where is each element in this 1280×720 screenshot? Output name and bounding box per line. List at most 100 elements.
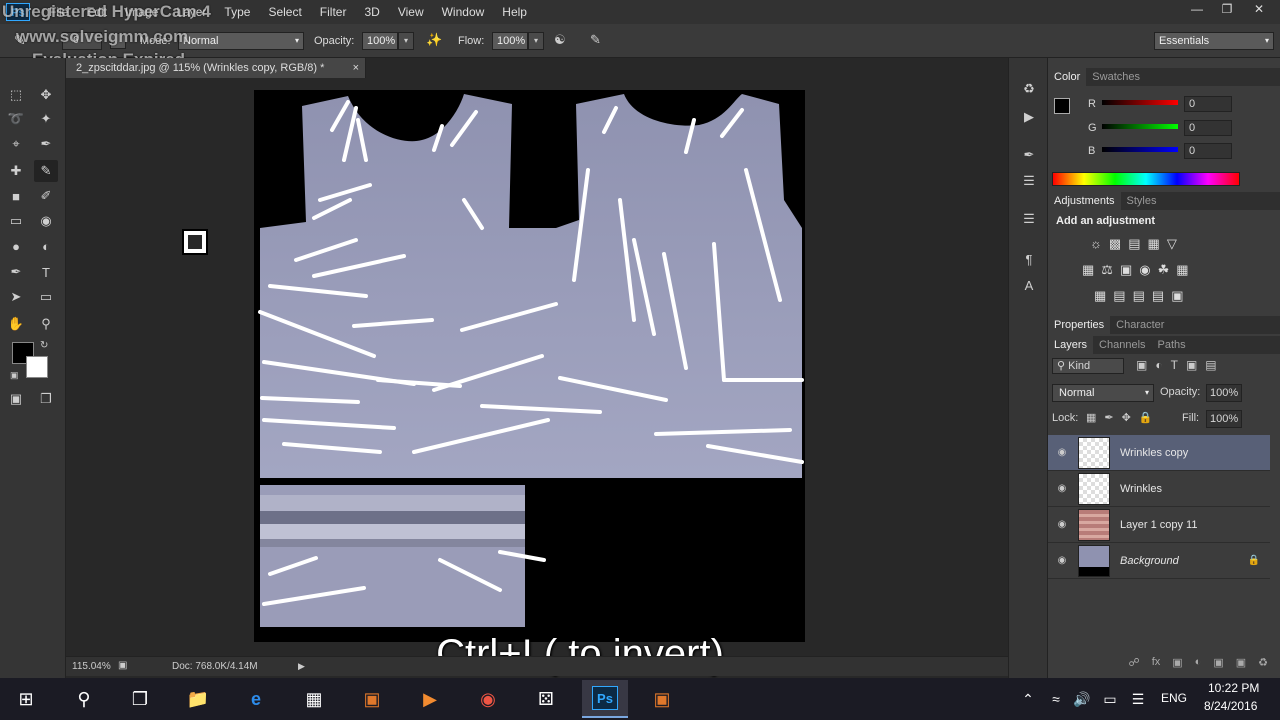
workspace-select[interactable]: Essentials ▾ [1154, 32, 1274, 50]
pen-tool-icon[interactable]: ✒ [4, 261, 28, 283]
blur-tool-icon[interactable]: ● [4, 235, 28, 257]
lasso-tool-icon[interactable]: ➰ [4, 108, 28, 130]
color-balance-icon[interactable]: ⚖ [1101, 262, 1113, 278]
store-icon[interactable]: ▦ [294, 681, 334, 717]
r-input[interactable]: 0 [1184, 96, 1232, 112]
quick-mask-icon[interactable]: ▣ [4, 388, 28, 410]
tab-properties[interactable]: Properties [1048, 316, 1111, 334]
tab-channels[interactable]: Channels [1093, 336, 1151, 354]
tab-paths[interactable]: Paths [1152, 336, 1192, 354]
file-explorer-icon[interactable]: 📁 [178, 681, 218, 717]
paint-bucket-tool-icon[interactable]: ◉ [34, 210, 58, 232]
invert-icon[interactable]: ▦ [1094, 288, 1106, 304]
filter-shape-icon[interactable]: ▣ [1186, 358, 1197, 372]
lock-position-icon[interactable]: ✥ [1122, 411, 1131, 424]
menu-help[interactable]: Help [493, 5, 536, 19]
selective-color-icon[interactable]: ▣ [1171, 288, 1183, 304]
character-panel-icon[interactable]: ¶ [1017, 248, 1041, 270]
flow-input[interactable]: 100% [492, 32, 528, 50]
new-adjustment-icon[interactable]: ◐ [1195, 656, 1202, 672]
vibrance-icon[interactable]: ▽ [1167, 236, 1177, 252]
add-mask-icon[interactable]: ▣ [1172, 656, 1182, 672]
screen-mode-icon[interactable]: ❐ [34, 388, 58, 410]
hue-saturation-icon[interactable]: ▦ [1082, 262, 1094, 278]
color-lookup-icon[interactable]: ▦ [1176, 262, 1188, 278]
clock-time[interactable]: 10:22 PM [1208, 681, 1259, 695]
path-selection-tool-icon[interactable]: ➤ [4, 286, 28, 308]
brush-presets-icon[interactable]: ☰ [1017, 170, 1041, 192]
quick-selection-tool-icon[interactable]: ✦ [34, 108, 58, 130]
airbrush-icon[interactable]: ☯ [554, 32, 572, 50]
exposure-icon[interactable]: ▦ [1148, 236, 1160, 252]
close-tab-icon[interactable]: × [353, 58, 359, 78]
eye-icon[interactable]: ◉ [1048, 483, 1076, 494]
fg-color-chip[interactable] [1054, 98, 1070, 114]
b-input[interactable]: 0 [1184, 143, 1232, 159]
brush-panel-icon[interactable]: ✒ [1017, 144, 1041, 166]
background-color-swatch[interactable] [26, 356, 48, 378]
layer-filter-select[interactable]: ⚲ Kind [1052, 358, 1124, 374]
flow-slider-button[interactable]: ▾ [528, 32, 544, 50]
hand-tool-icon[interactable]: ✋ [4, 313, 28, 335]
menu-filter[interactable]: Filter [311, 5, 356, 19]
app-icon[interactable]: ⚄ [526, 681, 566, 717]
layer-row[interactable]: ◉ Wrinkles [1048, 471, 1270, 507]
opacity-input[interactable]: 100% [362, 32, 398, 50]
swap-colors-icon[interactable]: ↻ [40, 340, 48, 351]
canvas[interactable] [254, 90, 805, 642]
photoshop-taskbar-icon[interactable]: Ps [582, 680, 628, 718]
type-tool-icon[interactable]: T [34, 261, 58, 283]
eraser-tool-icon[interactable]: ▭ [4, 210, 28, 232]
posterize-icon[interactable]: ▤ [1113, 288, 1125, 304]
color-spectrum-bar[interactable] [1052, 172, 1240, 186]
channel-mixer-icon[interactable]: ☘ [1158, 262, 1170, 278]
eye-icon[interactable]: ◉ [1048, 447, 1076, 458]
history-panel-icon[interactable]: ♻ [1017, 78, 1041, 100]
healing-brush-tool-icon[interactable]: ✚ [4, 160, 28, 182]
task-view-icon[interactable]: ❐ [120, 681, 160, 717]
eye-icon[interactable]: ◉ [1048, 555, 1076, 566]
tab-layers[interactable]: Layers [1048, 336, 1094, 354]
brush-tool-icon[interactable]: ✎ [34, 160, 58, 182]
pressure-size-icon[interactable]: ✎ [590, 32, 608, 50]
filter-adjustment-icon[interactable]: ◐ [1155, 358, 1162, 372]
layer-row[interactable]: ◉ Background 🔒 [1048, 543, 1270, 579]
chrome-icon[interactable]: ◉ [468, 681, 508, 717]
layer-row[interactable]: ◉ Layer 1 copy 11 [1048, 507, 1270, 543]
b-slider[interactable] [1102, 147, 1178, 152]
tab-styles[interactable]: Styles [1121, 192, 1163, 210]
dodge-tool-icon[interactable]: ◐ [34, 235, 58, 257]
curves-icon[interactable]: ▤ [1128, 236, 1140, 252]
search-icon[interactable]: ⚲ [64, 681, 104, 717]
filter-smart-icon[interactable]: ▤ [1205, 358, 1216, 372]
menu-3d[interactable]: 3D [355, 5, 388, 19]
language-indicator[interactable]: ENG [1161, 691, 1187, 705]
eyedropper-tool-icon[interactable]: ✒ [34, 133, 58, 155]
brightness-icon[interactable]: ☼ [1090, 236, 1102, 252]
hypercam-icon[interactable]: ▣ [642, 681, 682, 717]
history-brush-tool-icon[interactable]: ✐ [34, 185, 58, 207]
black-white-icon[interactable]: ▣ [1120, 262, 1132, 278]
clone-stamp-tool-icon[interactable]: ■ [4, 185, 28, 207]
paragraph-panel-icon[interactable]: A [1017, 274, 1041, 296]
blend-mode-select[interactable]: Normal ▾ [1052, 384, 1154, 402]
document-tab[interactable]: 2_zpscitddar.jpg @ 115% (Wrinkles copy, … [66, 58, 366, 78]
link-layers-icon[interactable]: ☍ [1129, 656, 1140, 672]
menu-select[interactable]: Select [259, 5, 310, 19]
lock-all-icon[interactable]: 🔒 [1139, 411, 1153, 424]
actions-panel-icon[interactable]: ▶ [1017, 106, 1041, 128]
rectangle-tool-icon[interactable]: ▭ [34, 286, 58, 308]
eye-icon[interactable]: ◉ [1048, 519, 1076, 530]
windows-start-icon[interactable]: ⊞ [6, 681, 46, 717]
default-colors-icon[interactable]: ▣ [10, 370, 19, 381]
filter-type-icon[interactable]: T [1171, 358, 1178, 372]
levels-icon[interactable]: ▩ [1109, 236, 1121, 252]
menu-window[interactable]: Window [433, 5, 494, 19]
pressure-opacity-icon[interactable]: ✨ [426, 32, 444, 50]
media-player-icon[interactable]: ▶ [410, 681, 450, 717]
zoom-menu-icon[interactable]: ▣ [118, 660, 127, 671]
layer-row[interactable]: ◉ Wrinkles copy [1048, 435, 1270, 471]
r-slider[interactable] [1102, 100, 1178, 105]
lock-transparency-icon[interactable]: ▦ [1086, 411, 1096, 424]
edge-browser-icon[interactable]: e [236, 681, 276, 717]
